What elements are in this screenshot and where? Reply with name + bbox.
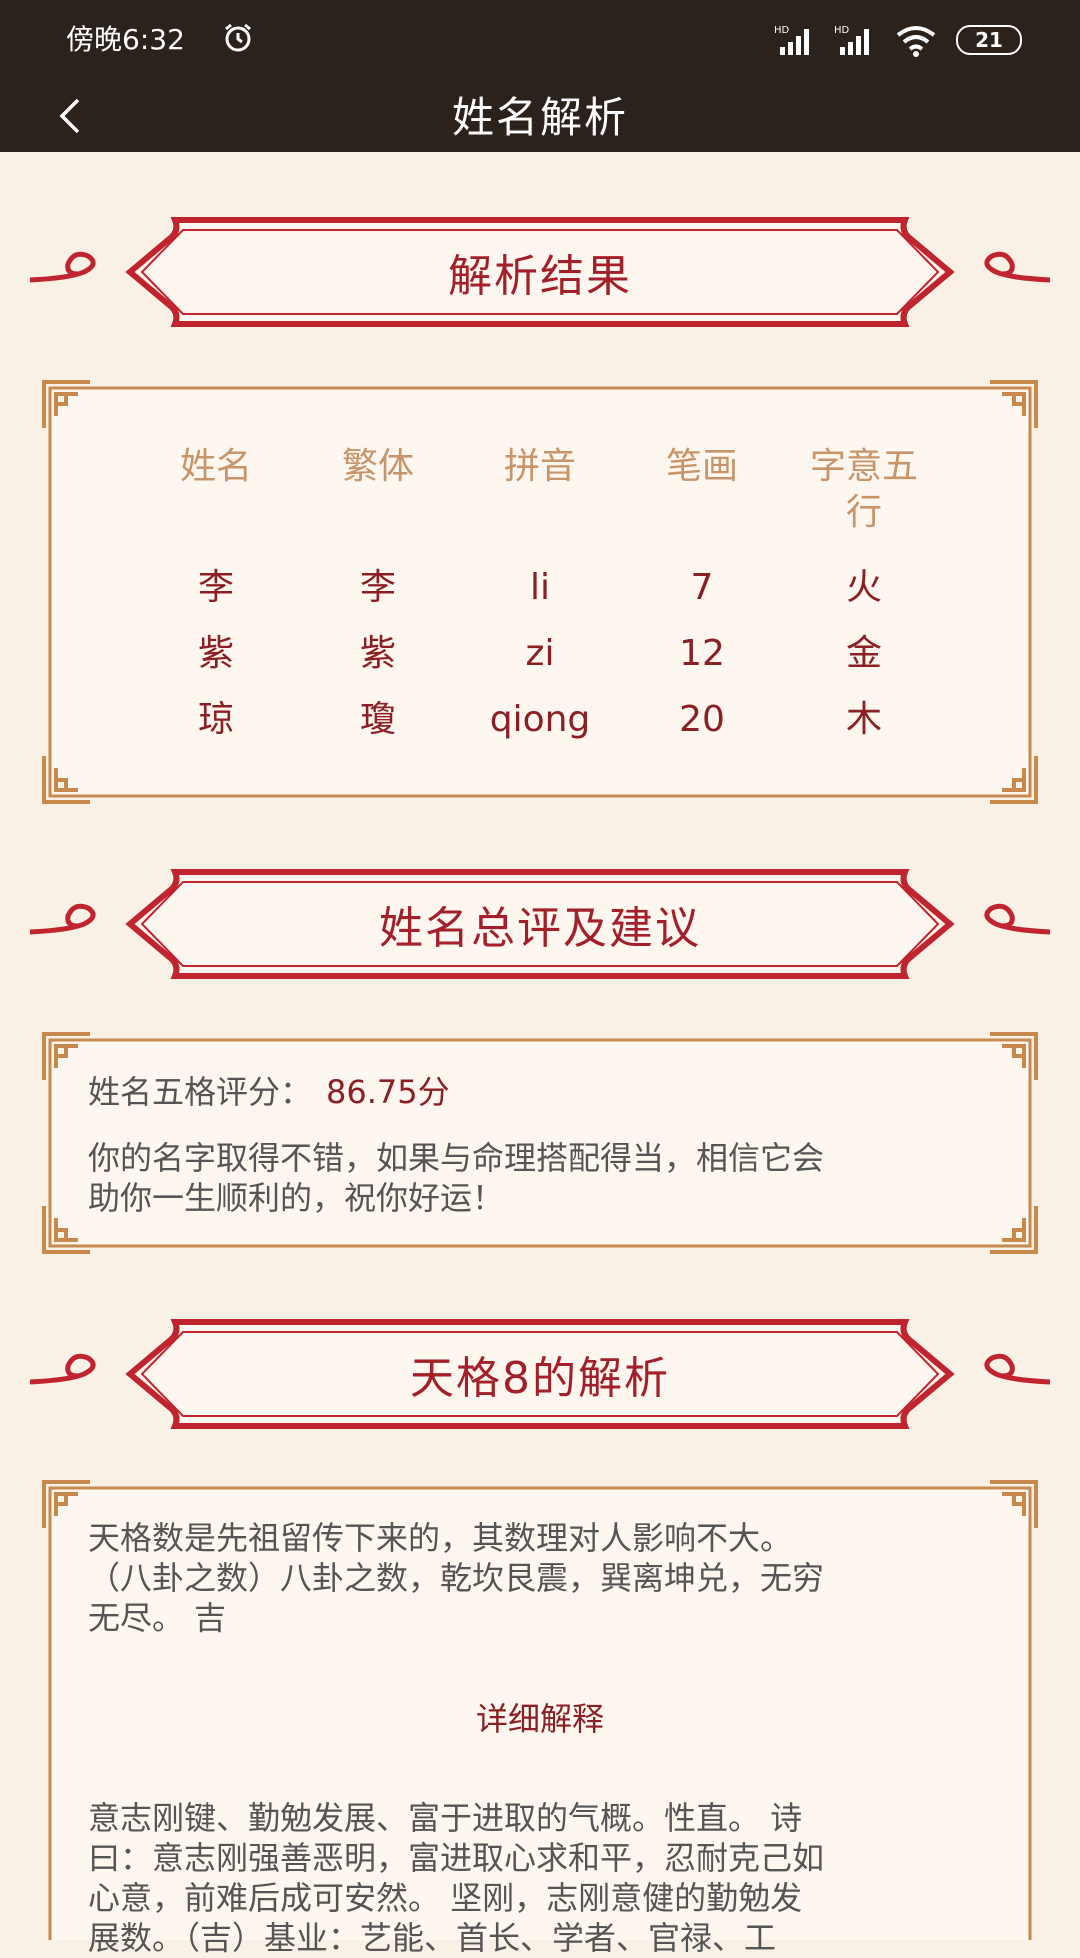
cell-name: 李 [197,567,234,608]
tiange-text-2: （八卦之数）八卦之数，乾坎艮震，巽离坤兑，无穷 [88,1559,825,1597]
cell-traditional: 李 [359,567,396,608]
header-traditional: 繁体 [341,446,414,487]
wifi-icon [896,26,936,57]
result-table-panel: 姓名 繁体 拼音 笔画 字意五 行 李 李 li 7 火 紫 紫 zi 12 金… [42,380,1038,804]
comment-text-1: 你的名字取得不错，如果与命理搭配得当，相信它会 [88,1139,825,1177]
section-banner-comment: 姓名总评及建议 [0,864,1080,984]
detail-text-3: 心意，前难后成可安然。 坚刚，志刚意健的勤勉发 [88,1879,803,1917]
cell-pinyin: zi [525,633,555,674]
score-value: 86.75分 [326,1073,450,1111]
tiange-panel: 天格数是先祖留传下来的，其数理对人影响不大。 （八卦之数）八卦之数，乾坎艮震，巽… [42,1480,1038,1957]
cell-element: 金 [845,633,882,674]
cell-name: 紫 [197,633,234,674]
cell-element: 火 [845,567,882,608]
battery-indicator: 21 [956,25,1022,55]
tiange-text-3: 无尽。 吉 [88,1599,227,1637]
section-title-result: 解析结果 [448,251,632,302]
cell-traditional: 紫 [359,633,396,674]
cell-traditional: 瓊 [359,699,396,740]
battery-level: 21 [975,28,1003,52]
section-title-comment: 姓名总评及建议 [379,903,701,954]
section-title-tiange: 天格8的解析 [410,1353,670,1404]
svg-text:HD: HD [774,25,790,36]
header-element-wrap: 行 [845,492,882,533]
score-line: 姓名五格评分： 86.75分 [88,1072,1008,1112]
detail-title: 详细解释 [475,1700,604,1738]
detail-text-1: 意志刚键、勤勉发展、富于进取的气概。性直。 诗 [88,1799,803,1837]
cell-pinyin: li [529,567,550,608]
alarm-icon [225,23,251,52]
comment-text-2: 助你一生顺利的，祝你好运！ [88,1179,505,1217]
cell-name: 琼 [197,699,234,740]
detail-text-2: 曰：意志刚强善恶明，富进取心求和平，忍耐克己如 [88,1839,825,1877]
header-element: 字意五 [809,446,918,487]
cell-pinyin: qiong [489,699,591,740]
detail-text-4: 展数。（吉）基业：艺能、首长、学者、官禄、工 [88,1919,777,1957]
title-bar: 姓名解析 [0,80,1080,152]
signal-hd-icon: HD [774,25,809,55]
cell-strokes: 12 [679,633,725,674]
header-pinyin: 拼音 [503,446,576,487]
header-strokes: 笔画 [665,446,738,487]
signal-hd-icon-2: HD [834,25,869,55]
page-title: 姓名解析 [451,93,628,142]
tiange-text-1: 天格数是先祖留传下来的，其数理对人影响不大。 [88,1519,793,1557]
status-bar: 傍晚6:32 HD HD 21 [0,0,1080,80]
header-name: 姓名 [179,446,252,487]
svg-text:HD: HD [834,25,850,36]
status-time: 傍晚6:32 [66,23,185,56]
cell-strokes: 20 [679,699,725,740]
comment-panel: 姓名五格评分： 86.75分 你的名字取得不错，如果与命理搭配得当，相信它会 助你… [42,1032,1038,1254]
score-label: 姓名五格评分： [88,1073,313,1111]
section-banner-tiange: 天格8的解析 [0,1314,1080,1434]
section-banner-result: 解析结果 [0,212,1080,332]
cell-element: 木 [845,699,882,740]
cell-strokes: 7 [690,567,714,608]
